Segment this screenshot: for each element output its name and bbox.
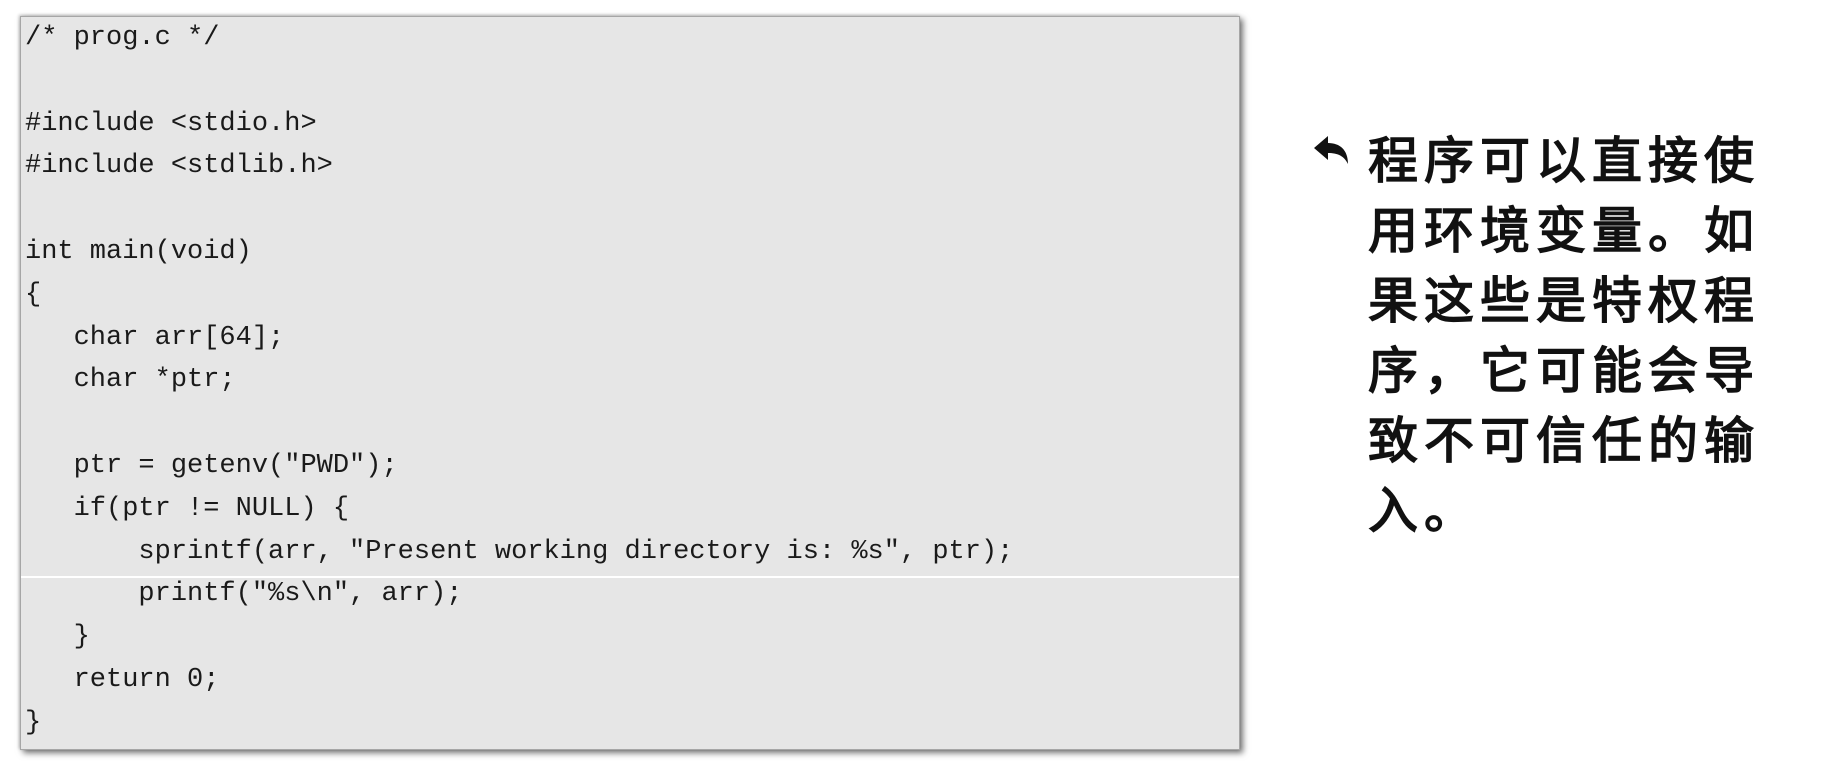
code-block: /* prog.c */ #include <stdio.h> #include…: [20, 16, 1240, 750]
code-line: char arr[64];: [25, 322, 285, 353]
code-line: {: [25, 279, 42, 310]
code-line: return 0;: [25, 664, 220, 695]
code-line: ptr = getenv("PWD");: [25, 450, 398, 481]
code-line: int main(void): [25, 236, 252, 267]
code-line: char *ptr;: [25, 365, 236, 396]
annotation-text: 程序可以直接使用环境变量。如果这些是特权程序，它可能会导致不可信任的输入。: [1368, 131, 1760, 540]
code-line: sprintf(arr, "Present working directory …: [25, 536, 1014, 567]
code-line: /* prog.c */: [25, 23, 220, 53]
code-divider: [21, 576, 1239, 578]
code-lines: /* prog.c */ #include <stdio.h> #include…: [25, 17, 1013, 745]
code-line: #include <stdlib.h>: [25, 151, 333, 182]
code-line: printf("%s\n", arr);: [25, 579, 463, 610]
code-line: if(ptr != NULL) {: [25, 493, 350, 524]
curved-arrow-left-icon: [1310, 130, 1354, 174]
code-line: #include <stdio.h>: [25, 108, 317, 139]
code-line: }: [25, 622, 90, 653]
code-line: }: [25, 707, 42, 738]
